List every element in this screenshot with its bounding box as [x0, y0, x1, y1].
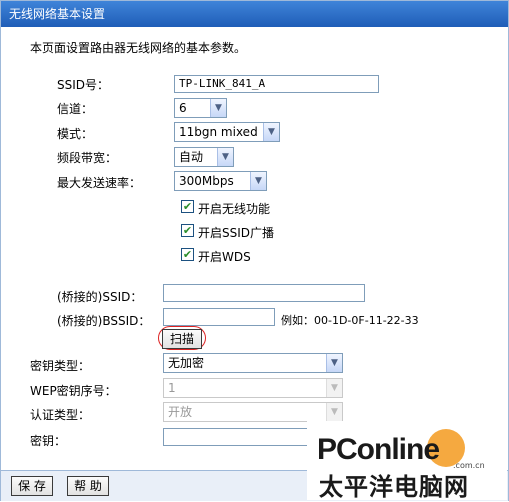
wds-enable-label: 开启WDS: [198, 250, 251, 264]
mode-select[interactable]: 11bgn mixed ▼: [174, 122, 280, 142]
bssid-example-text: 例如：00-1D-0F-11-22-33: [281, 314, 419, 327]
ssid-broadcast-label: 开启SSID广播: [198, 226, 275, 240]
pconline-watermark: PConline .com.cn 太平洋电脑网: [307, 421, 507, 501]
wep-index-value: 1: [168, 381, 176, 395]
checkmark-icon: ✔: [182, 224, 193, 237]
help-button[interactable]: 帮 助: [67, 476, 109, 496]
wep-index-select[interactable]: 1 ▼: [163, 378, 343, 398]
auth-type-value: 开放: [168, 405, 193, 419]
settings-panel: 无线网络基本设置 本页面设置路由器无线网络的基本参数。 SSID号： TP-LI…: [0, 0, 509, 501]
max-rate-value: 300Mbps: [179, 174, 234, 188]
bandwidth-label: 频段带宽：: [57, 151, 118, 165]
key-type-value: 无加密: [168, 356, 205, 370]
auth-type-select[interactable]: 开放 ▼: [163, 402, 343, 422]
bandwidth-value: 自动: [179, 150, 204, 164]
wds-enable-checkbox[interactable]: ✔: [181, 248, 194, 261]
chevron-down-icon: ▼: [326, 379, 342, 397]
scan-button[interactable]: 扫描: [162, 329, 202, 349]
wireless-enable-checkbox[interactable]: ✔: [181, 200, 194, 213]
wep-index-label: WEP密钥序号：: [30, 384, 117, 398]
key-type-select[interactable]: 无加密 ▼: [163, 353, 343, 373]
watermark-sub: 太平洋电脑网: [319, 473, 469, 501]
save-button[interactable]: 保 存: [11, 476, 53, 496]
channel-value: 6: [179, 101, 187, 115]
checkmark-icon: ✔: [182, 248, 193, 261]
watermark-brand: PConline: [317, 433, 440, 466]
bridged-bssid-input[interactable]: [163, 308, 275, 326]
mode-value: 11bgn mixed: [179, 125, 258, 139]
ssid-broadcast-checkbox[interactable]: ✔: [181, 224, 194, 237]
chevron-down-icon: ▼: [210, 99, 226, 117]
chevron-down-icon: ▼: [263, 123, 279, 141]
bridged-bssid-label: (桥接的)BSSID：: [57, 314, 151, 328]
chevron-down-icon: ▼: [326, 403, 342, 421]
wireless-enable-label: 开启无线功能: [198, 202, 271, 216]
page-description: 本页面设置路由器无线网络的基本参数。: [30, 41, 247, 55]
max-rate-select[interactable]: 300Mbps ▼: [174, 171, 267, 191]
ssid-label: SSID号：: [57, 78, 110, 92]
checkmark-icon: ✔: [182, 200, 193, 213]
mode-label: 模式：: [57, 127, 94, 141]
chevron-down-icon: ▼: [326, 354, 342, 372]
bridged-ssid-input[interactable]: [163, 284, 365, 302]
ssid-input[interactable]: TP-LINK_841_A: [174, 75, 379, 93]
bridged-ssid-label: (桥接的)SSID：: [57, 290, 143, 304]
auth-type-label: 认证类型：: [30, 408, 91, 422]
bandwidth-select[interactable]: 自动 ▼: [174, 147, 234, 167]
chevron-down-icon: ▼: [250, 172, 266, 190]
channel-label: 信道：: [57, 102, 94, 116]
channel-select[interactable]: 6 ▼: [174, 98, 227, 118]
chevron-down-icon: ▼: [217, 148, 233, 166]
max-rate-label: 最大发送速率：: [57, 176, 142, 190]
key-type-label: 密钥类型：: [30, 359, 91, 373]
key-label: 密钥：: [30, 434, 67, 448]
page-title: 无线网络基本设置: [1, 1, 508, 27]
